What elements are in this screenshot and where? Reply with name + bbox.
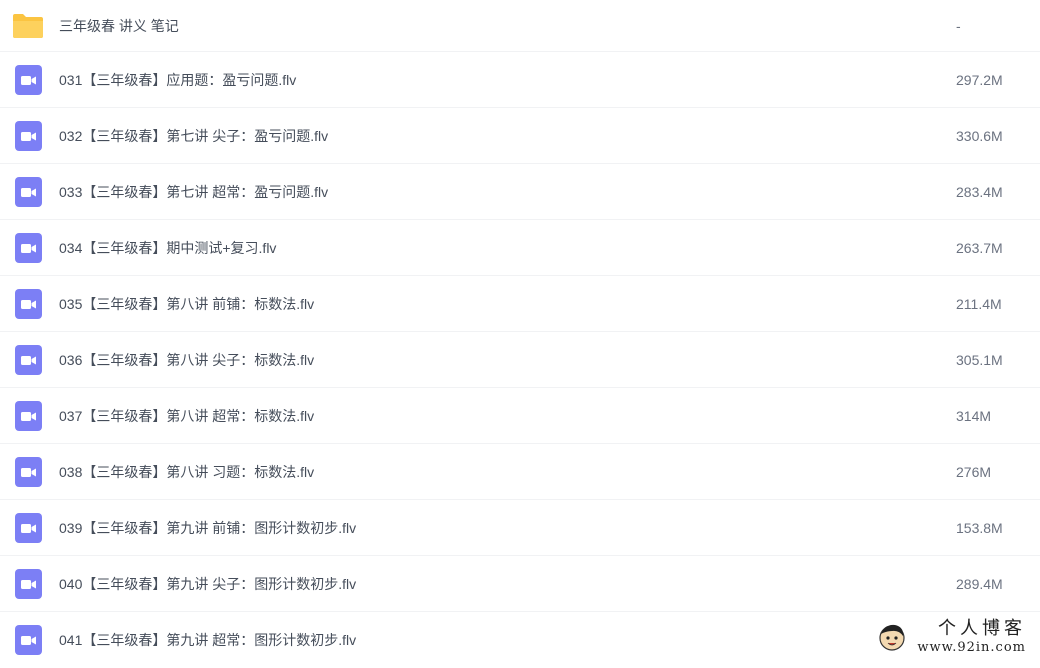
video-file-row[interactable]: 032【三年级春】第七讲 尖子：盈亏问题.flv 330.6M [0,108,1040,164]
folder-row[interactable]: 三年级春 讲义 笔记 - [0,0,1040,52]
cartoon-face-logo-icon [877,622,907,652]
file-name: 037【三年级春】第八讲 超常：标数法.flv [59,407,315,424]
video-file-icon [12,625,44,655]
file-name: 三年级春 讲义 笔记 [59,17,179,34]
file-size: 276M [956,463,992,480]
video-file-icon [12,176,44,207]
video-file-row[interactable]: 034【三年级春】期中测试+复习.flv 263.7M [0,220,1040,276]
file-name: 034【三年级春】期中测试+复习.flv [59,239,277,256]
file-name: 039【三年级春】第九讲 前铺：图形计数初步.flv [59,519,357,536]
video-file-icon [12,400,44,431]
video-file-icon [12,512,44,543]
watermark-url: www.92in.com [917,640,1026,655]
file-size: 330.6M [956,127,1003,144]
file-name: 040【三年级春】第九讲 尖子：图形计数初步.flv [59,575,357,592]
file-size: 289.4M [956,575,1003,592]
file-name: 033【三年级春】第七讲 超常：盈亏问题.flv [59,183,329,200]
watermark-title: 个人博客 [938,618,1026,639]
file-size: 283.4M [956,183,1003,200]
file-name: 038【三年级春】第八讲 习题：标数法.flv [59,463,315,480]
file-name: 035【三年级春】第八讲 前铺：标数法.flv [59,295,315,312]
watermark: 个人博客 www.92in.com [877,620,1026,654]
file-size: 263.7M [956,239,1003,256]
video-file-row[interactable]: 036【三年级春】第八讲 尖子：标数法.flv 305.1M [0,332,1040,388]
file-list: 三年级春 讲义 笔记 - 031【三年级春】应用题：盈亏问题.flv 297.2… [0,0,1040,668]
file-size: 305.1M [956,351,1003,368]
file-size: - [956,17,961,34]
file-name: 041【三年级春】第九讲 超常：图形计数初步.flv [59,632,357,648]
file-size: 314M [956,407,992,424]
video-file-row[interactable]: 039【三年级春】第九讲 前铺：图形计数初步.flv 153.8M [0,500,1040,556]
video-file-icon [12,456,44,487]
file-size: 211.4M [956,295,1002,312]
video-file-icon [12,288,44,319]
file-name: 031【三年级春】应用题：盈亏问题.flv [59,71,297,88]
video-file-row[interactable]: 035【三年级春】第八讲 前铺：标数法.flv 211.4M [0,276,1040,332]
file-size: 297.2M [956,71,1003,88]
video-file-row[interactable]: 037【三年级春】第八讲 超常：标数法.flv 314M [0,388,1040,444]
file-name: 036【三年级春】第八讲 尖子：标数法.flv [59,351,315,368]
video-file-icon [12,568,44,599]
video-file-icon [12,64,44,95]
video-file-icon [12,344,44,375]
video-file-icon [12,120,44,151]
file-name: 032【三年级春】第七讲 尖子：盈亏问题.flv [59,127,329,144]
video-file-icon [12,232,44,263]
video-file-row[interactable]: 038【三年级春】第八讲 习题：标数法.flv 276M [0,444,1040,500]
video-file-row[interactable]: 031【三年级春】应用题：盈亏问题.flv 297.2M [0,52,1040,108]
file-size: 153.8M [956,519,1003,536]
video-file-row[interactable]: 033【三年级春】第七讲 超常：盈亏问题.flv 283.4M [0,164,1040,220]
folder-icon [12,11,44,41]
video-file-row[interactable]: 040【三年级春】第九讲 尖子：图形计数初步.flv 289.4M [0,556,1040,612]
